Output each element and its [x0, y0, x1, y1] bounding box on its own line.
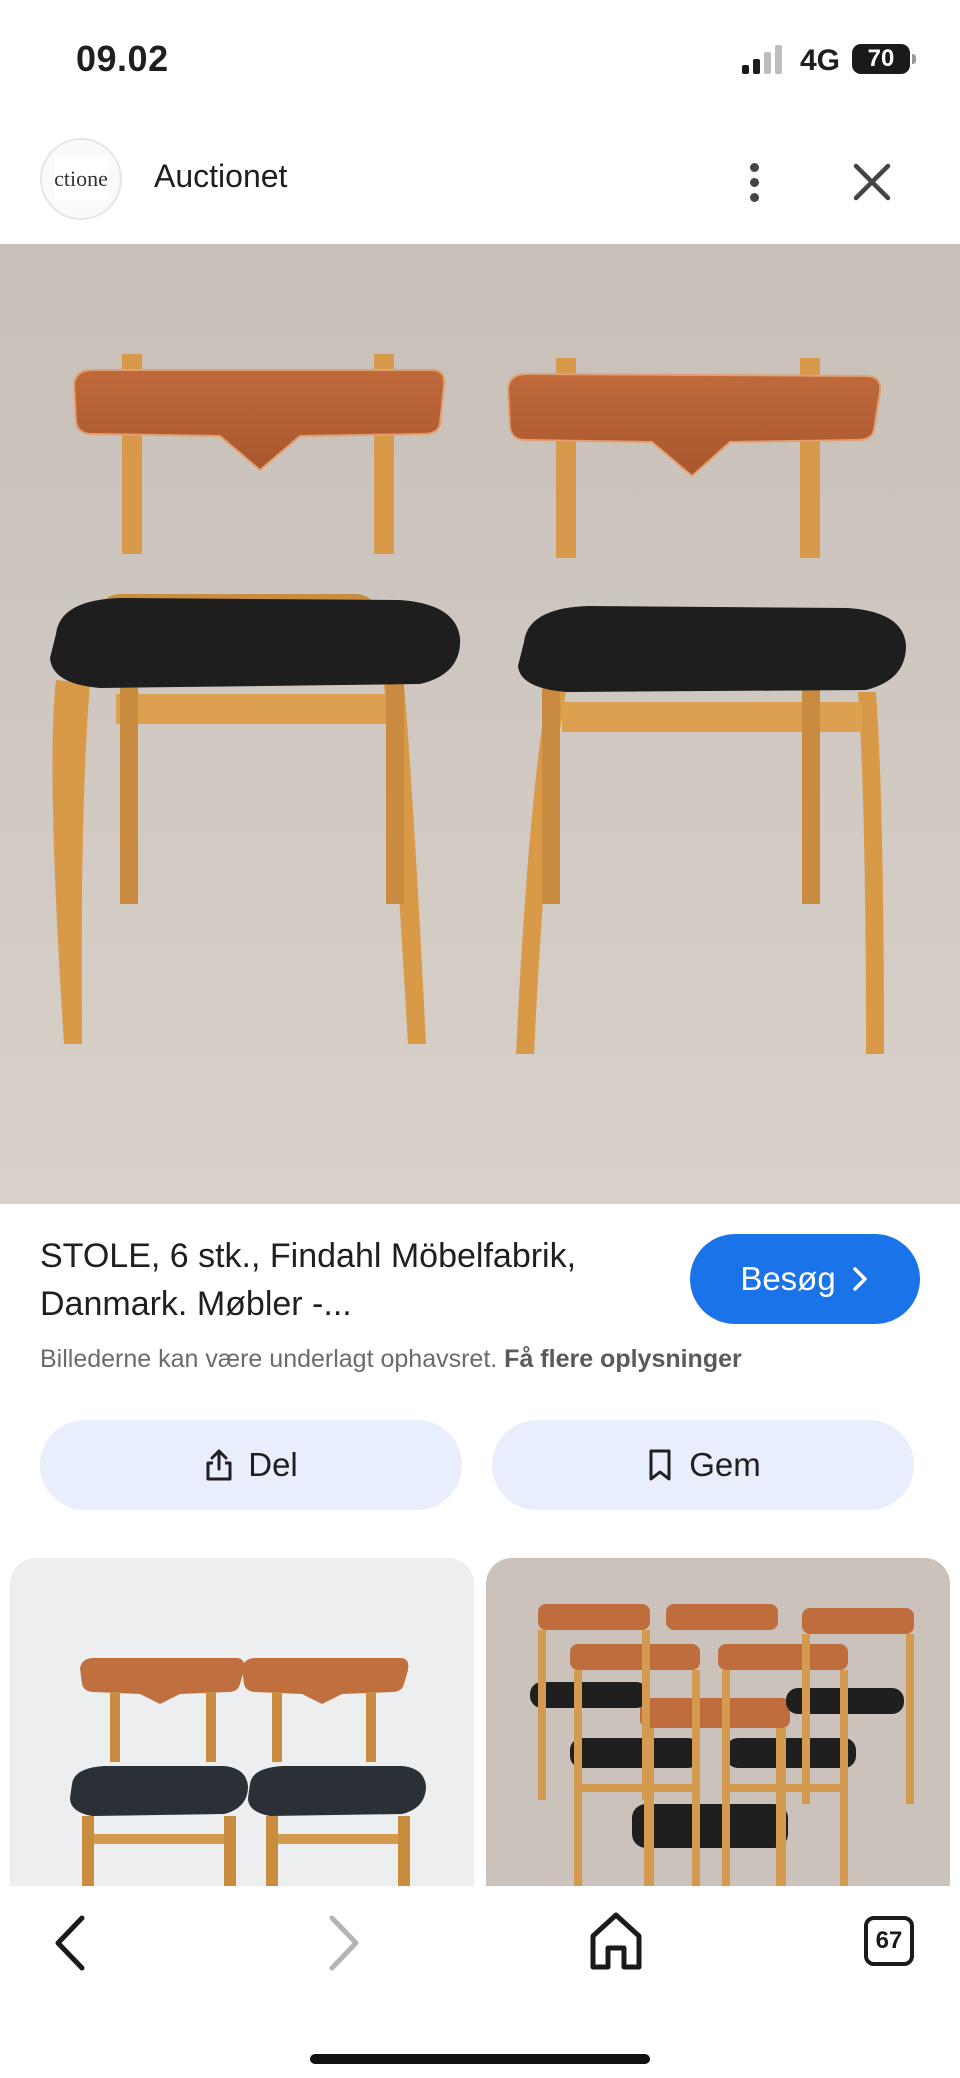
save-button[interactable]: Gem: [492, 1420, 914, 1510]
status-bar: 09.02 4G 70: [0, 0, 960, 120]
save-button-label: Gem: [689, 1446, 761, 1483]
more-vert-icon[interactable]: [730, 154, 778, 210]
back-icon[interactable]: [48, 1910, 92, 1976]
related-image[interactable]: [486, 1558, 950, 1888]
related-image[interactable]: [10, 1558, 474, 1888]
chevron-right-icon: [852, 1267, 867, 1291]
tabs-button[interactable]: 67: [864, 1916, 914, 1966]
visit-button[interactable]: Besøg: [690, 1234, 920, 1324]
home-indicator: [310, 2054, 650, 2064]
site-logo-text: ctione: [54, 157, 108, 201]
battery-icon: 70: [852, 44, 916, 74]
header: ctione Auctionet: [0, 130, 960, 242]
close-icon[interactable]: [846, 156, 898, 208]
bookmark-icon: [649, 1449, 671, 1481]
copyright-notice: Billederne kan være underlagt ophavsret.…: [40, 1345, 742, 1374]
result-title[interactable]: STOLE, 6 stk., Findahl Möbelfabrik, Danm…: [40, 1232, 660, 1328]
forward-icon[interactable]: [322, 1910, 366, 1976]
site-logo[interactable]: ctione: [40, 138, 122, 220]
more-info-link[interactable]: Få flere oplysninger: [504, 1345, 742, 1373]
main-product-image[interactable]: [0, 244, 960, 1204]
share-icon: [206, 1449, 232, 1481]
battery-level: 70: [867, 45, 895, 72]
home-icon[interactable]: [588, 1910, 644, 1972]
network-type: 4G: [800, 44, 841, 77]
share-button[interactable]: Del: [40, 1420, 462, 1510]
site-name[interactable]: Auctionet: [154, 158, 287, 195]
bottom-toolbar: 67: [0, 1886, 960, 2078]
signal-icon: [742, 45, 782, 74]
visit-button-label: Besøg: [740, 1260, 836, 1297]
status-time: 09.02: [76, 38, 169, 79]
share-button-label: Del: [248, 1446, 298, 1483]
copyright-text: Billederne kan være underlagt ophavsret.: [40, 1345, 498, 1373]
